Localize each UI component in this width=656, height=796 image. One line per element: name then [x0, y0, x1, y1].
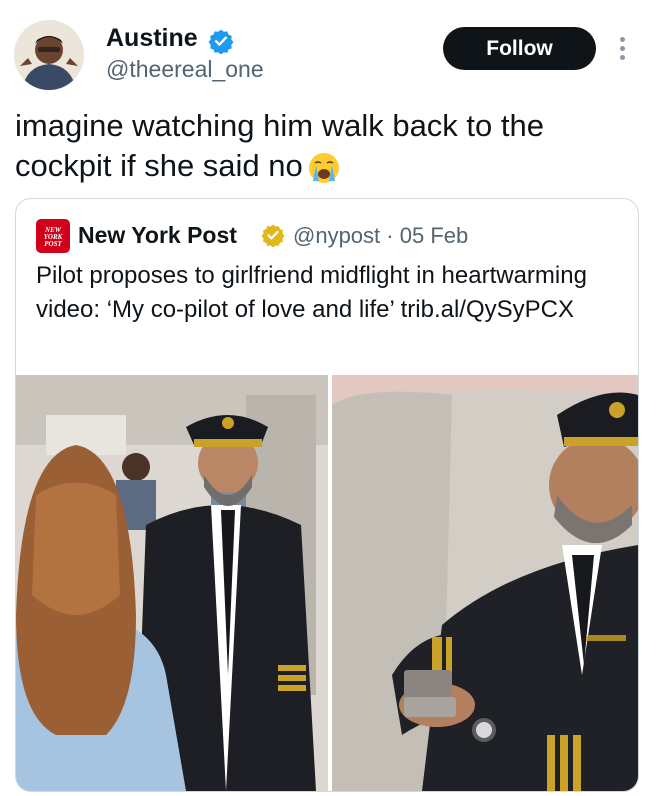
author-name[interactable]: Austine — [106, 24, 198, 53]
quoted-date[interactable]: 05 Feb — [400, 223, 469, 248]
tweet-text: imagine watching him walk back to the co… — [15, 106, 635, 186]
quoted-source-name[interactable]: New York Post — [78, 222, 237, 249]
author-handle[interactable]: @theereal_one — [106, 56, 264, 83]
tweet-body: imagine watching him walk back to the co… — [15, 108, 544, 183]
meta-separator: · — [386, 223, 394, 248]
loudly-crying-face-emoji — [307, 151, 341, 185]
pilot-facing-girlfriend-in-aisle-photo[interactable] — [16, 375, 328, 791]
author-avatar[interactable] — [14, 20, 84, 90]
tweet-header: Austine @theereal_one Follow — [0, 0, 656, 95]
quoted-handle[interactable]: @nypost — [293, 223, 380, 248]
follow-button[interactable]: Follow — [443, 27, 596, 70]
more-options-icon[interactable] — [617, 34, 627, 62]
verified-badge-icon — [208, 28, 234, 54]
gold-verified-badge-icon — [261, 223, 285, 247]
quoted-tweet-card[interactable]: NEW YORK POST New York Post @nypost · 05… — [15, 198, 639, 792]
quoted-media[interactable] — [16, 375, 638, 791]
svg-text:POST: POST — [44, 240, 62, 248]
quoted-text: Pilot proposes to girlfriend midflight i… — [36, 262, 587, 323]
pilot-holding-open-ring-box-photo[interactable] — [332, 375, 638, 791]
nypost-logo: NEW YORK POST — [36, 219, 70, 253]
quoted-handle-date[interactable]: @nypost · 05 Feb — [293, 223, 468, 249]
